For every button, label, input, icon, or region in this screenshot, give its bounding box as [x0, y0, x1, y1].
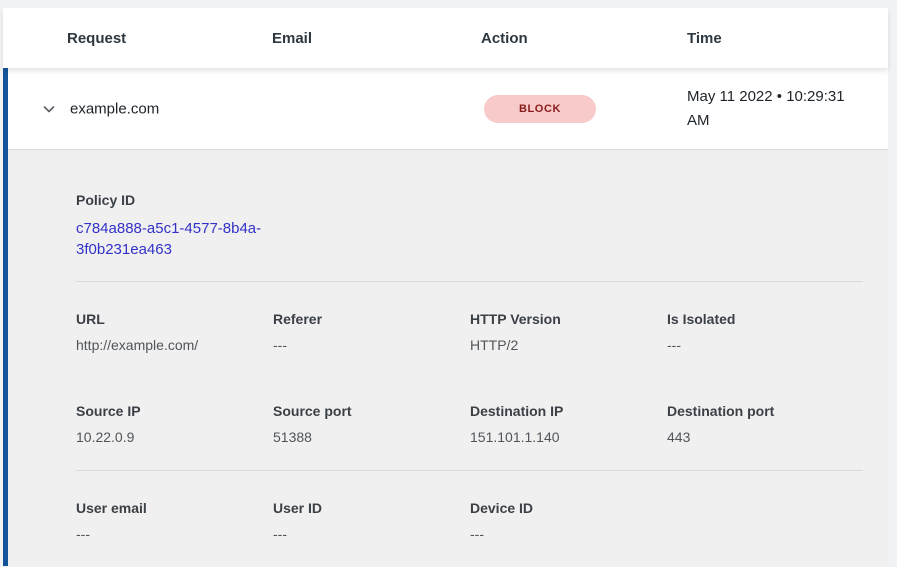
field-value: --- [76, 526, 261, 542]
field-label: Referer [273, 311, 458, 327]
field-value: 51388 [273, 429, 458, 445]
field-value: 10.22.0.9 [76, 429, 261, 445]
request-domain: example.com [70, 100, 159, 117]
detail-field-source-port: Source port 51388 [273, 403, 470, 445]
field-label: User ID [273, 500, 458, 516]
column-header-action: Action [481, 30, 687, 47]
detail-row-user-info: User email --- User ID --- Device ID --- [76, 500, 863, 542]
divider [76, 281, 863, 282]
log-row-expanded: example.com BLOCK May 11 2022 • 10:29:31… [3, 68, 888, 566]
field-label: HTTP Version [470, 311, 655, 327]
column-header-email: Email [272, 30, 481, 47]
field-value: 151.101.1.140 [470, 429, 655, 445]
chevron-down-icon[interactable] [40, 100, 58, 118]
field-value: --- [273, 526, 458, 542]
detail-field-user-id: User ID --- [273, 500, 470, 542]
policy-id-link[interactable]: c784a888-a5c1-4577-8b4a-3f0b231ea463 [76, 218, 276, 260]
log-detail-panel: Policy ID c784a888-a5c1-4577-8b4a-3f0b23… [8, 150, 888, 566]
field-value: 443 [667, 429, 851, 445]
field-value: http://example.com/ [76, 337, 261, 353]
field-label-policy-id: Policy ID [76, 192, 261, 208]
detail-field-device-id: Device ID --- [470, 500, 667, 542]
detail-field-http-version: HTTP Version HTTP/2 [470, 311, 667, 353]
field-label: Destination IP [470, 403, 655, 419]
detail-field-policy-id: Policy ID c784a888-a5c1-4577-8b4a-3f0b23… [76, 192, 273, 260]
detail-field-source-ip: Source IP 10.22.0.9 [76, 403, 273, 445]
field-label: Source IP [76, 403, 261, 419]
field-label: Destination port [667, 403, 851, 419]
time-value: May 11 2022 • 10:29:31 AM [687, 85, 859, 133]
detail-row-network-info: Source IP 10.22.0.9 Source port 51388 De… [76, 403, 863, 445]
field-value: --- [470, 526, 655, 542]
column-header-request: Request [67, 30, 272, 47]
detail-field-empty [667, 500, 863, 542]
field-label: Source port [273, 403, 458, 419]
table-header: Request Email Action Time [3, 8, 888, 68]
detail-field-user-email: User email --- [76, 500, 273, 542]
field-label: Is Isolated [667, 311, 851, 327]
log-row-summary[interactable]: example.com BLOCK May 11 2022 • 10:29:31… [8, 68, 888, 150]
detail-row-request-info: URL http://example.com/ Referer --- HTTP… [76, 311, 863, 353]
detail-field-referer: Referer --- [273, 311, 470, 353]
field-label: User email [76, 500, 261, 516]
detail-field-destination-ip: Destination IP 151.101.1.140 [470, 403, 667, 445]
action-status-badge: BLOCK [484, 95, 596, 123]
detail-field-url: URL http://example.com/ [76, 311, 273, 353]
detail-field-destination-port: Destination port 443 [667, 403, 863, 445]
field-value: HTTP/2 [470, 337, 655, 353]
field-value: --- [273, 337, 458, 353]
divider [76, 470, 863, 471]
log-table: Request Email Action Time example.com BL… [3, 8, 888, 567]
field-label: Device ID [470, 500, 655, 516]
column-header-time: Time [687, 30, 888, 47]
detail-field-is-isolated: Is Isolated --- [667, 311, 863, 353]
field-value: --- [667, 337, 851, 353]
field-label: URL [76, 311, 261, 327]
